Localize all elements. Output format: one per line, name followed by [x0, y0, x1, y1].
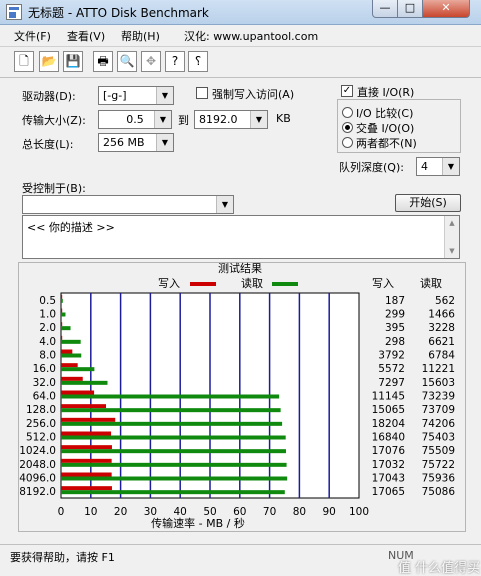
x-axis-label: 传输速率 - MB / 秒: [151, 516, 245, 530]
read-value: 73239: [422, 391, 455, 403]
y-tick-label: 1.0: [39, 309, 56, 321]
read-bar: [61, 339, 81, 344]
legend-read-label: 读取: [241, 276, 263, 290]
read-bar: [61, 421, 283, 426]
read-bar: [61, 490, 285, 495]
read-value: 75086: [422, 486, 456, 498]
x-tick-label: 100: [349, 506, 369, 518]
x-tick-label: 70: [263, 506, 276, 518]
y-tick-label: 8192.0: [19, 486, 56, 498]
write-value: 16840: [372, 432, 405, 444]
read-value: 73709: [422, 404, 455, 416]
read-value: 562: [435, 295, 455, 307]
write-bar: [61, 472, 112, 477]
x-tick-label: 0: [58, 506, 65, 518]
write-value: 299: [385, 309, 405, 321]
read-bar: [61, 394, 280, 399]
write-bar: [61, 363, 78, 368]
write-value: 17032: [372, 459, 405, 471]
write-value: 17065: [372, 486, 405, 498]
read-bar: [61, 312, 66, 317]
y-tick-label: 8.0: [39, 350, 56, 362]
y-tick-label: 4096.0: [19, 473, 56, 485]
y-tick-label: 0.5: [39, 295, 56, 307]
y-tick-label: 256.0: [26, 418, 56, 430]
write-bar: [61, 335, 63, 340]
read-value: 6784: [428, 350, 455, 362]
write-value: 3792: [378, 350, 405, 362]
write-value: 17043: [372, 473, 405, 485]
y-tick-label: 64.0: [33, 391, 56, 403]
y-tick-label: 2.0: [39, 322, 56, 334]
read-value: 11221: [422, 363, 455, 375]
write-value: 395: [385, 322, 405, 334]
legend-write-label: 写入: [158, 277, 180, 290]
write-bar: [61, 404, 106, 409]
x-tick-label: 20: [114, 506, 127, 518]
read-bar: [61, 298, 63, 303]
read-value: 75509: [422, 445, 455, 457]
write-bar: [61, 308, 63, 313]
write-bar: [61, 486, 112, 491]
write-value: 18204: [372, 418, 406, 430]
read-bar: [61, 449, 286, 454]
read-value: 75722: [422, 459, 455, 471]
write-bar: [61, 417, 116, 422]
y-tick-label: 512.0: [26, 432, 56, 444]
y-tick-label: 16.0: [33, 363, 56, 375]
status-bar: 要获得帮助，请按 F1 NUM 值 什么值得买: [0, 544, 481, 576]
write-bar: [61, 349, 73, 354]
y-tick-label: 4.0: [39, 336, 56, 348]
read-bar: [61, 462, 287, 467]
y-tick-label: 2048.0: [19, 459, 56, 471]
legend-read-swatch: [272, 282, 298, 286]
x-tick-label: 90: [323, 506, 336, 518]
y-tick-label: 32.0: [33, 377, 56, 389]
write-value: 17076: [372, 445, 406, 457]
read-value: 1466: [428, 309, 455, 321]
read-value: 6621: [428, 336, 455, 348]
read-bar: [61, 435, 286, 440]
read-bar: [61, 353, 82, 358]
write-bar: [61, 376, 83, 381]
read-value: 3228: [428, 322, 455, 334]
write-bar: [61, 322, 63, 327]
write-bar: [61, 431, 112, 436]
read-value: 74206: [422, 418, 456, 430]
write-value: 15065: [372, 404, 405, 416]
results-chart: 0 10 20 30 40 50 60 70 80 90 100测试结果写入 读取 写入 读取传输速率 -…: [19, 262, 456, 530]
write-bar: [61, 445, 112, 450]
write-bar: [61, 390, 95, 395]
write-value: 187: [385, 295, 405, 307]
write-value: 5572: [378, 363, 405, 375]
read-value: 15603: [422, 377, 455, 389]
write-value: 298: [385, 336, 405, 348]
write-column-header: 写入: [372, 277, 394, 290]
read-bar: [61, 380, 108, 385]
y-tick-label: 1024.0: [19, 445, 56, 457]
watermark: 值 什么值得买: [398, 561, 481, 576]
read-value: 75936: [422, 473, 456, 485]
chart-title: 测试结果: [218, 262, 262, 275]
write-value: 7297: [378, 377, 405, 389]
x-tick-label: 10: [84, 506, 97, 518]
read-bar: [61, 326, 71, 331]
legend-write-swatch: [190, 282, 216, 286]
write-value: 11145: [372, 391, 405, 403]
read-column-header: 读取: [420, 276, 442, 290]
x-tick-label: 80: [293, 506, 306, 518]
read-bar: [61, 476, 288, 481]
status-text: 要获得帮助，请按 F1: [10, 551, 115, 564]
read-bar: [61, 408, 281, 413]
write-bar: [61, 458, 112, 463]
read-bar: [61, 367, 95, 372]
write-bar: [61, 294, 63, 299]
y-tick-label: 128.0: [26, 404, 56, 416]
read-value: 75403: [422, 432, 455, 444]
